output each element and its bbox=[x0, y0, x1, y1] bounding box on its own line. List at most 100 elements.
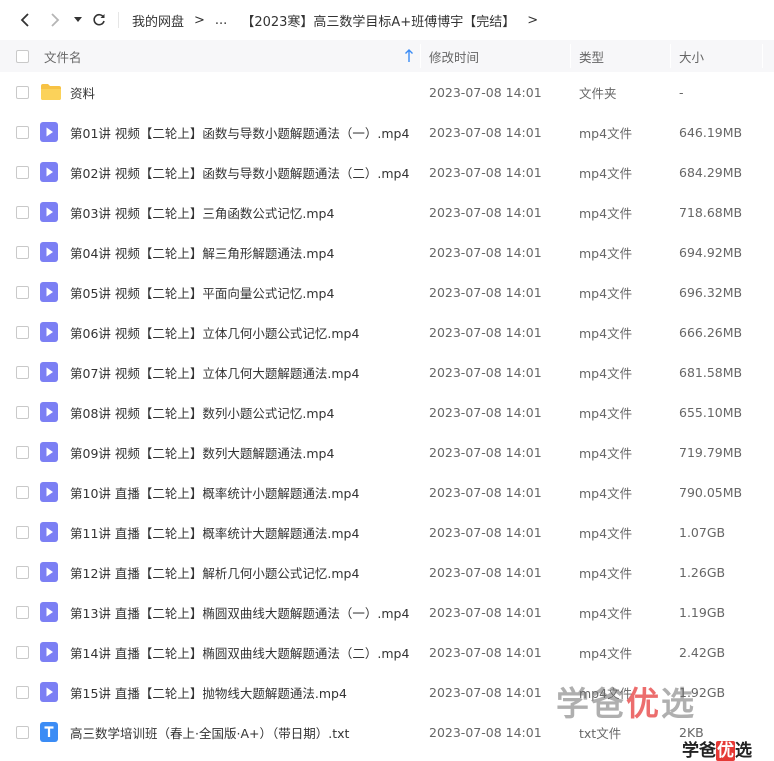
row-checkbox[interactable] bbox=[16, 352, 29, 392]
row-checkbox[interactable] bbox=[16, 232, 29, 272]
video-file-icon bbox=[40, 472, 58, 512]
file-size: 684.29MB bbox=[679, 164, 743, 180]
file-modified-time: 2023-07-08 14:01 bbox=[429, 364, 542, 380]
breadcrumb-separator: > bbox=[194, 12, 205, 28]
row-checkbox[interactable] bbox=[16, 192, 29, 232]
video-file-icon bbox=[40, 632, 58, 672]
file-size: 2.42GB bbox=[679, 644, 726, 660]
column-type[interactable]: 类型 bbox=[579, 40, 604, 72]
table-row[interactable]: 第15讲 直播【二轮上】抛物线大题解题通法.mp4 2023-07-08 14:0… bbox=[0, 672, 774, 712]
breadcrumb-ellipsis[interactable]: ... bbox=[213, 13, 229, 28]
file-type: mp4文件 bbox=[579, 445, 633, 461]
video-file-icon bbox=[40, 152, 58, 192]
table-row[interactable]: 高三数学培训班（春上·全国版·A+）（带日期）.txt 2023-07-08 14… bbox=[0, 712, 774, 752]
file-name[interactable]: 第10讲 直播【二轮上】概率统计小题解题通法.mp4 bbox=[70, 472, 359, 512]
file-name[interactable]: 第09讲 视频【二轮上】数列大题解题通法.mp4 bbox=[70, 432, 334, 472]
table-row[interactable]: 第10讲 直播【二轮上】概率统计小题解题通法.mp4 2023-07-08 14:… bbox=[0, 472, 774, 512]
file-name[interactable]: 第13讲 直播【二轮上】椭圆双曲线大题解题通法（一）.mp4 bbox=[70, 592, 409, 632]
row-checkbox[interactable] bbox=[16, 272, 29, 312]
file-name[interactable]: 第07讲 视频【二轮上】立体几何大题解题通法.mp4 bbox=[70, 352, 359, 392]
row-checkbox[interactable] bbox=[16, 712, 29, 752]
table-row[interactable]: 第12讲 直播【二轮上】解析几何小题公式记忆.mp4 2023-07-08 14:… bbox=[0, 552, 774, 592]
table-row[interactable]: 第14讲 直播【二轮上】椭圆双曲线大题解题通法（二）.mp4 2023-07-08… bbox=[0, 632, 774, 672]
file-type: mp4文件 bbox=[579, 645, 633, 661]
row-checkbox[interactable] bbox=[16, 672, 29, 712]
table-row[interactable]: 第02讲 视频【二轮上】函数与导数小题解题通法（二）.mp4 2023-07-08… bbox=[0, 152, 774, 192]
breadcrumb-root[interactable]: 我的网盘 bbox=[130, 11, 186, 30]
breadcrumb-current[interactable]: 【2023寒】高三数学目标A+班傅博宇【完结】 bbox=[239, 11, 517, 30]
table-row[interactable]: 第04讲 视频【二轮上】解三角形解题通法.mp4 2023-07-08 14:01… bbox=[0, 232, 774, 272]
file-name[interactable]: 第01讲 视频【二轮上】函数与导数小题解题通法（一）.mp4 bbox=[70, 112, 409, 152]
row-checkbox[interactable] bbox=[16, 472, 29, 512]
row-checkbox[interactable] bbox=[16, 392, 29, 432]
file-type: mp4文件 bbox=[579, 405, 633, 421]
file-modified-time: 2023-07-08 14:01 bbox=[429, 404, 542, 420]
row-checkbox[interactable] bbox=[16, 512, 29, 552]
file-size: 681.58MB bbox=[679, 364, 743, 380]
file-name[interactable]: 第08讲 视频【二轮上】数列小题公式记忆.mp4 bbox=[70, 392, 334, 432]
file-name[interactable]: 第06讲 视频【二轮上】立体几何小题公式记忆.mp4 bbox=[70, 312, 359, 352]
file-type: mp4文件 bbox=[579, 125, 633, 141]
row-checkbox[interactable] bbox=[16, 112, 29, 152]
row-checkbox[interactable] bbox=[16, 152, 29, 192]
video-file-icon bbox=[40, 312, 58, 352]
refresh-button[interactable] bbox=[90, 10, 108, 30]
table-row[interactable]: 第01讲 视频【二轮上】函数与导数小题解题通法（一）.mp4 2023-07-08… bbox=[0, 112, 774, 152]
column-modified[interactable]: 修改时间 bbox=[429, 40, 479, 72]
table-row[interactable]: 第03讲 视频【二轮上】三角函数公式记忆.mp4 2023-07-08 14:01… bbox=[0, 192, 774, 232]
column-divider[interactable] bbox=[570, 44, 571, 68]
file-size: 1.07GB bbox=[679, 524, 726, 540]
row-checkbox[interactable] bbox=[16, 632, 29, 672]
sort-ascending-icon[interactable] bbox=[404, 49, 414, 63]
file-modified-time: 2023-07-08 14:01 bbox=[429, 444, 542, 460]
table-row[interactable]: 第07讲 视频【二轮上】立体几何大题解题通法.mp4 2023-07-08 14:… bbox=[0, 352, 774, 392]
file-modified-time: 2023-07-08 14:01 bbox=[429, 204, 542, 220]
file-type: mp4文件 bbox=[579, 605, 633, 621]
file-modified-time: 2023-07-08 14:01 bbox=[429, 604, 542, 620]
file-name[interactable]: 第14讲 直播【二轮上】椭圆双曲线大题解题通法（二）.mp4 bbox=[70, 632, 409, 672]
file-size: 718.68MB bbox=[679, 204, 743, 220]
row-checkbox[interactable] bbox=[16, 312, 29, 352]
select-all-checkbox[interactable] bbox=[16, 40, 29, 72]
table-row[interactable]: 第05讲 视频【二轮上】平面向量公式记忆.mp4 2023-07-08 14:01… bbox=[0, 272, 774, 312]
row-checkbox[interactable] bbox=[16, 552, 29, 592]
row-checkbox[interactable] bbox=[16, 72, 29, 112]
table-row[interactable]: 第13讲 直播【二轮上】椭圆双曲线大题解题通法（一）.mp4 2023-07-08… bbox=[0, 592, 774, 632]
table-row[interactable]: 第09讲 视频【二轮上】数列大题解题通法.mp4 2023-07-08 14:01… bbox=[0, 432, 774, 472]
column-name[interactable]: 文件名 bbox=[44, 40, 82, 72]
file-size: 719.79MB bbox=[679, 444, 743, 460]
file-modified-time: 2023-07-08 14:01 bbox=[429, 644, 542, 660]
history-dropdown-button[interactable] bbox=[72, 10, 84, 30]
chevron-right-icon bbox=[51, 13, 60, 27]
table-row[interactable]: 第08讲 视频【二轮上】数列小题公式记忆.mp4 2023-07-08 14:01… bbox=[0, 392, 774, 432]
file-type: mp4文件 bbox=[579, 485, 633, 501]
forward-button[interactable] bbox=[46, 10, 64, 30]
file-name[interactable]: 高三数学培训班（春上·全国版·A+）（带日期）.txt bbox=[70, 712, 349, 752]
back-button[interactable] bbox=[16, 10, 34, 30]
column-divider[interactable] bbox=[762, 44, 763, 68]
column-size[interactable]: 大小 bbox=[679, 40, 704, 72]
breadcrumb-separator: > bbox=[527, 12, 539, 28]
file-name[interactable]: 第05讲 视频【二轮上】平面向量公式记忆.mp4 bbox=[70, 272, 334, 312]
table-row[interactable]: 第06讲 视频【二轮上】立体几何小题公式记忆.mp4 2023-07-08 14:… bbox=[0, 312, 774, 352]
file-size: 1.19GB bbox=[679, 604, 726, 620]
table-row[interactable]: 第11讲 直播【二轮上】概率统计大题解题通法.mp4 2023-07-08 14:… bbox=[0, 512, 774, 552]
column-divider[interactable] bbox=[420, 44, 421, 68]
file-name[interactable]: 第02讲 视频【二轮上】函数与导数小题解题通法（二）.mp4 bbox=[70, 152, 409, 192]
file-name[interactable]: 资料 bbox=[70, 72, 95, 112]
file-name[interactable]: 第11讲 直播【二轮上】概率统计大题解题通法.mp4 bbox=[70, 512, 359, 552]
file-name[interactable]: 第15讲 直播【二轮上】抛物线大题解题通法.mp4 bbox=[70, 672, 347, 712]
row-checkbox[interactable] bbox=[16, 432, 29, 472]
video-file-icon bbox=[40, 352, 58, 392]
file-name[interactable]: 第04讲 视频【二轮上】解三角形解题通法.mp4 bbox=[70, 232, 334, 272]
file-type: mp4文件 bbox=[579, 365, 633, 381]
file-type: txt文件 bbox=[579, 725, 622, 741]
row-checkbox[interactable] bbox=[16, 592, 29, 632]
file-name[interactable]: 第12讲 直播【二轮上】解析几何小题公式记忆.mp4 bbox=[70, 552, 359, 592]
table-row[interactable]: 资料 2023-07-08 14:01 文件夹 - bbox=[0, 72, 774, 112]
column-divider[interactable] bbox=[670, 44, 671, 68]
video-file-icon bbox=[40, 592, 58, 632]
folder-icon bbox=[40, 72, 62, 112]
video-file-icon bbox=[40, 232, 58, 272]
file-name[interactable]: 第03讲 视频【二轮上】三角函数公式记忆.mp4 bbox=[70, 192, 334, 232]
